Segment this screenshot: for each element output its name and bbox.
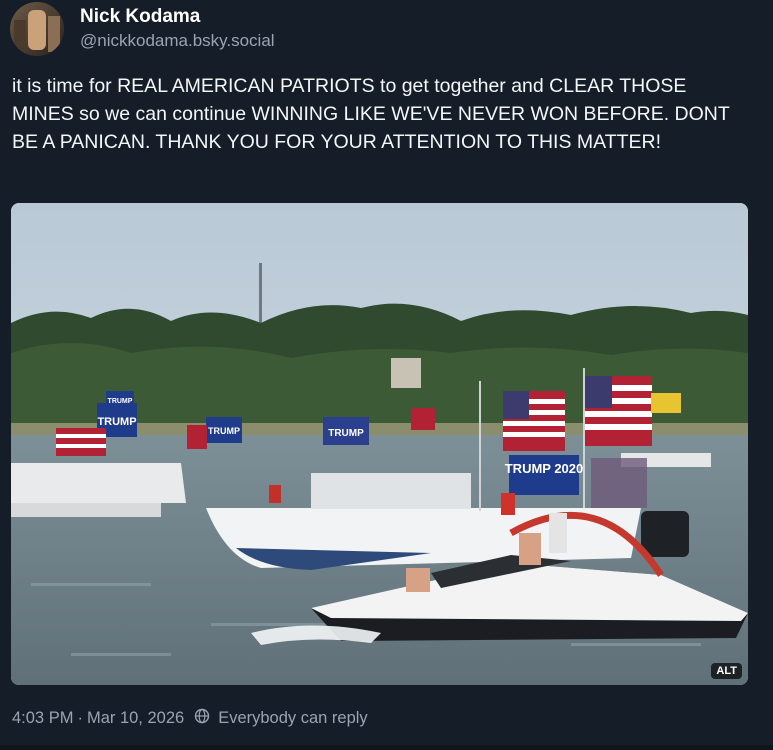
- flag-text-trump-3: TRUMP: [328, 428, 364, 439]
- post-header: Nick Kodama @nickkodama.bsky.social: [10, 2, 275, 56]
- alt-text-badge[interactable]: ALT: [711, 663, 742, 679]
- post-image[interactable]: TRUMP 2020 TRUMP TRUMP TRUMP TRUMP ALT: [11, 203, 748, 685]
- author-display-name[interactable]: Nick Kodama: [80, 5, 275, 29]
- flag-text-trump-4: TRUMP: [108, 398, 133, 405]
- post-time[interactable]: 4:03 PM: [12, 709, 73, 728]
- boat-parade-photo: TRUMP 2020 TRUMP TRUMP TRUMP TRUMP: [11, 203, 748, 685]
- footer-separator: ·: [77, 709, 83, 727]
- flag-text-trump-1: TRUMP: [97, 416, 136, 428]
- flag-us-2: [584, 376, 652, 446]
- author-handle[interactable]: @nickkodama.bsky.social: [80, 29, 275, 53]
- avatar[interactable]: [10, 2, 64, 56]
- bottom-divider: [0, 745, 773, 750]
- author-names: Nick Kodama @nickkodama.bsky.social: [80, 5, 275, 53]
- flag-us-1: [503, 391, 565, 451]
- globe-icon: [194, 708, 210, 729]
- post-footer: 4:03 PM · Mar 10, 2026 Everybody can rep…: [12, 708, 368, 729]
- reply-setting[interactable]: Everybody can reply: [218, 709, 368, 728]
- flag-text-trump-2: TRUMP: [208, 426, 240, 436]
- post-date[interactable]: Mar 10, 2026: [87, 709, 184, 728]
- flag-text-trump-2020-label-1: TRUMP 2020: [505, 461, 584, 476]
- post-text: it is time for REAL AMERICAN PATRIOTS to…: [12, 75, 730, 153]
